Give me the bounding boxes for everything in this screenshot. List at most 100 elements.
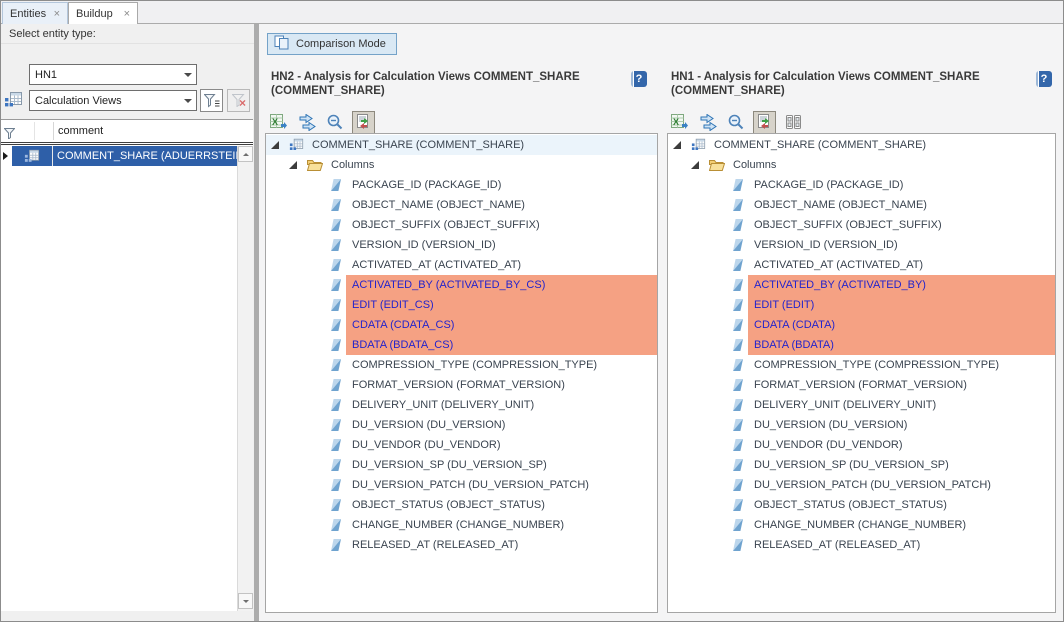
entity-list-header[interactable]: comment [1,120,253,143]
column-icon [733,399,743,411]
tree-column-row[interactable]: PACKAGE_ID (PACKAGE_ID) [266,175,657,195]
tree-column-row[interactable]: BDATA (BDATA) [668,335,1055,355]
tree-column-row[interactable]: RELEASED_AT (RELEASED_AT) [668,535,1055,555]
expander-icon[interactable] [271,141,279,149]
column-icon [331,419,341,431]
export-excel-icon[interactable]: X [669,111,690,133]
tree-column-row[interactable]: OBJECT_STATUS (OBJECT_STATUS) [668,495,1055,515]
tree-column-row[interactable]: COMPRESSION_TYPE (COMPRESSION_TYPE) [266,355,657,375]
tree-column-label: COMPRESSION_TYPE (COMPRESSION_TYPE) [352,359,597,371]
tree-column-row[interactable]: DELIVERY_UNIT (DELIVERY_UNIT) [668,395,1055,415]
tree-column-row[interactable]: ACTIVATED_AT (ACTIVATED_AT) [266,255,657,275]
tree-column-row[interactable]: OBJECT_NAME (OBJECT_NAME) [266,195,657,215]
chevron-down-icon[interactable] [180,99,196,103]
tab-entities[interactable]: Entities × [2,2,68,24]
tree-column-label: ACTIVATED_AT (ACTIVATED_AT) [352,259,521,271]
zoom-out-icon[interactable] [725,111,746,133]
tab-buildup[interactable]: Buildup × [68,2,138,24]
chevron-down-icon[interactable] [180,73,196,77]
tree-column-row[interactable]: DU_VERSION_SP (DU_VERSION_SP) [668,455,1055,475]
funnel-icon [204,94,220,108]
tree-folder-label: Columns [733,159,776,171]
tree-column-row[interactable]: RELEASED_AT (RELEASED_AT) [266,535,657,555]
tree-column-row[interactable]: ACTIVATED_BY (ACTIVATED_BY) [668,275,1055,295]
column-icon [733,359,743,371]
tree-root-label: COMMENT_SHARE (COMMENT_SHARE) [714,139,926,151]
tree-column-row[interactable]: ACTIVATED_AT (ACTIVATED_AT) [668,255,1055,275]
help-icon[interactable]: ? [631,71,647,87]
transfer-icon[interactable] [697,111,718,133]
entity-type-dropdown[interactable]: Calculation Views [29,90,197,111]
tree-column-row[interactable]: BDATA (BDATA_CS) [266,335,657,355]
tree-column-row[interactable]: ACTIVATED_BY (ACTIVATED_BY_CS) [266,275,657,295]
list-item-selected[interactable]: COMMENT_SHARE (ADUERRSTEIN_T [1,146,237,166]
tree-column-row[interactable]: OBJECT_SUFFIX (OBJECT_SUFFIX) [266,215,657,235]
expander-icon[interactable] [673,141,681,149]
close-icon[interactable]: × [118,9,130,19]
tree-column-row[interactable]: FORMAT_VERSION (FORMAT_VERSION) [668,375,1055,395]
tree-column-row[interactable]: DELIVERY_UNIT (DELIVERY_UNIT) [266,395,657,415]
analysis-tree: COMMENT_SHARE (COMMENT_SHARE)ColumnsPACK… [265,133,658,613]
tree-column-row[interactable]: VERSION_ID (VERSION_ID) [266,235,657,255]
tree-column-row[interactable]: DU_VERSION (DU_VERSION) [266,415,657,435]
column-icon [733,539,743,551]
filter-value[interactable]: comment [58,125,103,137]
tree-column-row[interactable]: DU_VENDOR (DU_VENDOR) [668,435,1055,455]
tree-column-row[interactable]: OBJECT_NAME (OBJECT_NAME) [668,195,1055,215]
system-dropdown[interactable]: HN1 [29,64,197,85]
expander-icon[interactable] [289,161,297,169]
column-icon [331,219,341,231]
tree-column-row[interactable]: DU_VERSION_SP (DU_VERSION_SP) [266,455,657,475]
tree-column-row[interactable]: EDIT (EDIT_CS) [266,295,657,315]
close-icon[interactable]: × [48,9,60,19]
column-layout-icon[interactable] [783,111,804,133]
scroll-up-icon[interactable] [238,146,253,162]
tree-column-row[interactable]: VERSION_ID (VERSION_ID) [668,235,1055,255]
column-icon [331,539,341,551]
tree-root-row[interactable]: COMMENT_SHARE (COMMENT_SHARE) [266,135,657,155]
column-icon [331,499,341,511]
tree-column-row[interactable]: DU_VERSION (DU_VERSION) [668,415,1055,435]
comparison-mode-button[interactable]: Comparison Mode [267,33,397,55]
tree-column-row[interactable]: EDIT (EDIT) [668,295,1055,315]
help-icon[interactable]: ? [1036,71,1052,87]
tree-column-label: DU_VERSION_PATCH (DU_VERSION_PATCH) [754,479,991,491]
tree-column-label: VERSION_ID (VERSION_ID) [754,239,898,251]
tree-column-row[interactable]: CDATA (CDATA) [668,315,1055,335]
clear-filter-button[interactable]: × [227,89,250,112]
transfer-icon[interactable] [296,111,317,133]
tree-folder-row[interactable]: Columns [266,155,657,175]
tree-column-row[interactable]: PACKAGE_ID (PACKAGE_ID) [668,175,1055,195]
tree-column-row[interactable]: FORMAT_VERSION (FORMAT_VERSION) [266,375,657,395]
tree-column-row[interactable]: DU_VERSION_PATCH (DU_VERSION_PATCH) [266,475,657,495]
tree-column-row[interactable]: DU_VENDOR (DU_VENDOR) [266,435,657,455]
column-icon [331,459,341,471]
expander-icon[interactable] [691,161,699,169]
tree-column-label: OBJECT_STATUS (OBJECT_STATUS) [754,499,947,511]
tree-column-row[interactable]: DU_VERSION_PATCH (DU_VERSION_PATCH) [668,475,1055,495]
tree-column-row[interactable]: CHANGE_NUMBER (CHANGE_NUMBER) [668,515,1055,535]
compare-mode-icon[interactable] [352,111,375,134]
tree-column-label: DU_VERSION_SP (DU_VERSION_SP) [352,459,547,471]
svg-text:X: X [272,117,278,127]
tree-column-row[interactable]: OBJECT_SUFFIX (OBJECT_SUFFIX) [668,215,1055,235]
apply-filter-button[interactable] [200,89,223,112]
tree-column-row[interactable]: CDATA (CDATA_CS) [266,315,657,335]
compare-mode-icon[interactable] [753,111,776,134]
tree-column-row[interactable]: OBJECT_STATUS (OBJECT_STATUS) [266,495,657,515]
entity-type-header: Select entity type: [1,24,254,44]
tree-column-row[interactable]: COMPRESSION_TYPE (COMPRESSION_TYPE) [668,355,1055,375]
export-excel-icon[interactable]: X [268,111,289,133]
column-separator [53,122,54,140]
main-area: Comparison Mode HN2 - Analysis for Calcu… [259,24,1063,621]
list-scrollbar[interactable] [237,146,253,611]
zoom-out-icon[interactable] [324,111,345,133]
tree-root-row[interactable]: COMMENT_SHARE (COMMENT_SHARE) [668,135,1055,155]
comparison-mode-label: Comparison Mode [296,38,386,50]
column-icon [733,199,743,211]
scroll-down-icon[interactable] [238,593,253,609]
tree-column-row[interactable]: CHANGE_NUMBER (CHANGE_NUMBER) [266,515,657,535]
column-icon [733,259,743,271]
folder-icon [307,159,323,171]
tree-folder-row[interactable]: Columns [668,155,1055,175]
